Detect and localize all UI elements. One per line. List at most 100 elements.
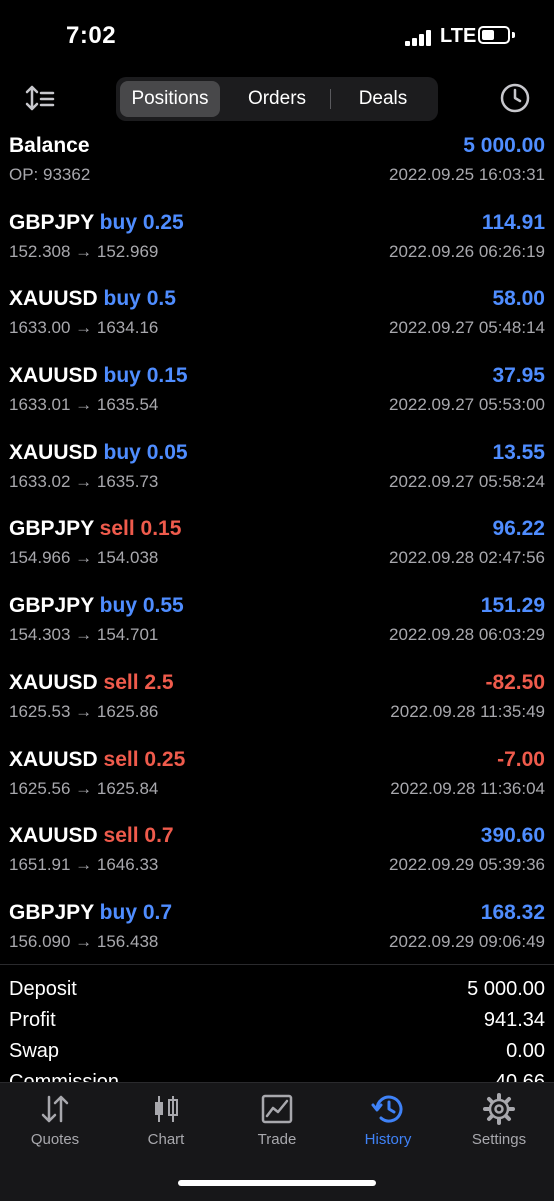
clock-icon[interactable] — [498, 81, 532, 115]
deal-datetime: 2022.09.28 11:36:04 — [390, 778, 545, 798]
segmented-control: Positions Orders Deals — [116, 77, 438, 121]
segment-deals[interactable]: Deals — [332, 81, 434, 117]
deal-side: buy — [99, 900, 138, 924]
deal-prices: 1625.56 → 1625.84 — [9, 778, 159, 798]
deal-side: buy — [103, 287, 141, 311]
tab-label: History — [364, 1131, 412, 1148]
deal-volume: 0.15 — [140, 517, 182, 541]
deal-datetime: 2022.09.27 05:58:24 — [389, 471, 545, 491]
signal-icon — [405, 30, 435, 46]
deal-profit: 114.91 — [481, 210, 545, 234]
deal-volume: 0.7 — [142, 900, 173, 924]
summary-value: 941.34 — [483, 1009, 545, 1031]
segment-orders[interactable]: Orders — [226, 81, 328, 117]
deal-symbol: XAUUSD — [9, 364, 98, 388]
deal-prices: 1633.01 → 1635.54 — [9, 395, 159, 415]
deal-symbol: XAUUSD — [9, 287, 98, 311]
summary-label: Deposit — [9, 978, 77, 1000]
deal-prices: 154.303 → 154.701 — [9, 625, 159, 645]
deal-datetime: 2022.09.28 06:03:29 — [389, 625, 545, 645]
deal-row[interactable]: GBPJPY buy 0.25 114.91 152.308 → 152.969 20… — [0, 205, 554, 282]
tab-label: Chart — [147, 1131, 185, 1148]
history-list: Balance 5 000.00 OP: 93362 2022.09.25 16… — [0, 128, 554, 972]
deal-row[interactable]: XAUUSD buy 0.5 58.00 1633.00 → 1634.16 2022… — [0, 281, 554, 358]
deal-volume: 0.7 — [144, 824, 174, 848]
deal-side: sell — [99, 517, 135, 541]
deal-profit: 13.55 — [492, 440, 545, 464]
gear-icon — [483, 1093, 515, 1125]
deal-symbol: GBPJPY — [9, 594, 94, 618]
deal-row[interactable]: GBPJPY buy 0.55 151.29 154.303 → 154.701 20… — [0, 588, 554, 665]
summary: Deposit 5 000.00 Profit 941.34 Swap 0.00… — [0, 974, 554, 1098]
summary-row-swap: Swap 0.00 — [0, 1036, 554, 1067]
deal-side: sell — [103, 824, 139, 848]
deal-prices: 1625.53 → 1625.86 — [9, 701, 159, 721]
quotes-arrows-icon — [41, 1095, 69, 1123]
deal-datetime: 2022.09.27 05:53:00 — [389, 395, 545, 415]
deal-side: sell — [103, 747, 139, 771]
deal-datetime: 2022.09.29 09:06:49 — [389, 931, 545, 951]
deal-title: GBPJPY buy 0.55 — [9, 594, 184, 618]
deal-side: sell — [103, 670, 139, 694]
deal-row[interactable]: XAUUSD buy 0.15 37.95 1633.01 → 1635.54 202… — [0, 358, 554, 435]
tab-quotes[interactable]: Quotes — [0, 1093, 110, 1163]
balance-row[interactable]: Balance 5 000.00 OP: 93362 2022.09.25 16… — [0, 128, 554, 205]
deal-prices: 1651.91 → 1646.33 — [9, 855, 159, 875]
deal-profit: 37.95 — [492, 364, 545, 388]
deal-datetime: 2022.09.26 06:26:19 — [389, 241, 545, 261]
tab-history[interactable]: History — [333, 1093, 443, 1163]
deal-prices: 156.090 → 156.438 — [9, 931, 159, 951]
balance-label: Balance — [9, 134, 90, 157]
summary-label: Swap — [9, 1040, 60, 1062]
deal-side: buy — [99, 594, 138, 618]
tab-chart[interactable]: Chart — [111, 1093, 221, 1163]
deal-title: GBPJPY buy 0.25 — [9, 211, 184, 235]
deal-profit: 168.32 — [480, 900, 545, 924]
deal-volume: 0.55 — [142, 594, 184, 618]
deal-title: XAUUSD buy 0.05 — [9, 441, 188, 465]
segment-divider — [330, 89, 331, 109]
deal-row[interactable]: GBPJPY sell 0.15 96.22 154.966 → 154.038 20… — [0, 511, 554, 588]
deal-side: buy — [99, 210, 138, 234]
summary-row-deposit: Deposit 5 000.00 — [0, 974, 554, 1005]
battery-icon — [478, 26, 510, 44]
deal-profit: -7.00 — [497, 747, 545, 771]
deal-title: XAUUSD sell 0.7 — [9, 824, 174, 848]
trade-chart-icon — [261, 1094, 293, 1124]
deal-title: XAUUSD sell 0.25 — [9, 748, 185, 772]
summary-value: 0.00 — [506, 1040, 545, 1062]
deal-side: buy — [103, 364, 141, 388]
deal-row[interactable]: GBPJPY buy 0.7 168.32 156.090 → 156.438 202… — [0, 895, 554, 972]
carrier-label: LTE — [440, 25, 477, 47]
history-clock-icon — [371, 1095, 403, 1123]
deal-datetime: 2022.09.28 11:35:49 — [390, 701, 545, 721]
deal-row[interactable]: XAUUSD buy 0.05 13.55 1633.02 → 1635.73 202… — [0, 435, 554, 512]
deal-volume: 0.25 — [142, 210, 184, 234]
deal-title: XAUUSD sell 2.5 — [9, 671, 174, 695]
deal-prices: 1633.00 → 1634.16 — [9, 318, 159, 338]
deal-symbol: GBPJPY — [9, 210, 94, 234]
tab-settings[interactable]: Settings — [444, 1093, 554, 1163]
deal-row[interactable]: XAUUSD sell 2.5 -82.50 1625.53 → 1625.86 20… — [0, 665, 554, 742]
deal-row[interactable]: XAUUSD sell 0.7 390.60 1651.91 → 1646.33 20… — [0, 818, 554, 895]
deal-title: XAUUSD buy 0.5 — [9, 287, 176, 311]
deal-symbol: XAUUSD — [9, 824, 98, 848]
tab-label: Settings — [471, 1131, 527, 1148]
deal-symbol: XAUUSD — [9, 670, 98, 694]
deal-symbol: XAUUSD — [9, 440, 98, 464]
segment-positions[interactable]: Positions — [120, 81, 220, 117]
tab-trade[interactable]: Trade — [222, 1093, 332, 1163]
sort-icon[interactable] — [22, 83, 56, 115]
balance-amount: 5 000.00 — [463, 134, 545, 157]
deal-profit: 58.00 — [492, 287, 545, 311]
deal-row[interactable]: XAUUSD sell 0.25 -7.00 1625.56 → 1625.84 20… — [0, 742, 554, 819]
status-time: 7:02 — [66, 22, 117, 49]
deal-symbol: XAUUSD — [9, 747, 98, 771]
deal-prices: 152.308 → 152.969 — [9, 241, 159, 261]
deal-title: XAUUSD buy 0.15 — [9, 364, 188, 388]
toolbar: Positions Orders Deals — [0, 75, 554, 123]
deal-volume: 0.5 — [146, 287, 176, 311]
balance-datetime: 2022.09.25 16:03:31 — [389, 165, 545, 184]
deal-symbol: GBPJPY — [9, 517, 94, 541]
home-indicator — [178, 1180, 376, 1186]
